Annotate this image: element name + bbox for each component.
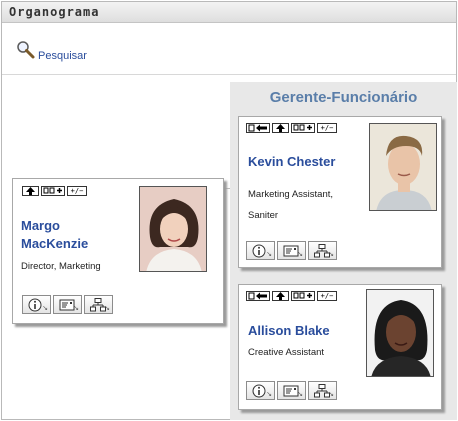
card-action-buttons: ↘ ↘ ↘ <box>246 241 337 260</box>
title-bar: Organograma <box>2 2 456 23</box>
email-button[interactable]: ↘ <box>277 381 306 400</box>
org-chart-button[interactable]: ↘ <box>308 381 337 400</box>
email-button[interactable]: ↘ <box>277 241 306 260</box>
move-to-manager-button[interactable] <box>246 123 270 133</box>
dropdown-corner-icon: ↘ <box>42 304 48 312</box>
dropdown-corner-icon: ↘ <box>104 304 110 312</box>
person-name-last[interactable]: MacKenzie <box>21 235 88 253</box>
expand-collapse-label: +/− <box>320 124 334 132</box>
search-label[interactable]: Pesquisar <box>38 50 87 62</box>
view-group-button[interactable] <box>41 186 65 196</box>
card-nav-buttons: +/− <box>246 123 337 133</box>
view-group-button[interactable] <box>291 123 315 133</box>
dropdown-corner-icon: ↘ <box>328 390 334 398</box>
dropdown-corner-icon: ↘ <box>328 250 334 258</box>
expand-collapse-label: +/− <box>320 292 334 300</box>
person-photo <box>139 186 207 272</box>
expand-collapse-label: +/− <box>70 187 84 195</box>
arrow-up-icon <box>276 124 285 132</box>
org-chart-button[interactable]: ↘ <box>84 295 113 314</box>
person-title: Director, Marketing <box>21 261 101 272</box>
dropdown-corner-icon: ↘ <box>266 390 272 398</box>
arrow-up-icon <box>276 292 285 300</box>
org-chart-button[interactable]: ↘ <box>308 241 337 260</box>
info-icon <box>28 298 42 312</box>
person-photo <box>366 289 434 377</box>
toolbar-divider <box>2 74 456 75</box>
info-button[interactable]: ↘ <box>246 381 275 400</box>
person-card-kevin: +/− Kevin Chester Marketing Assistant, S… <box>238 116 442 268</box>
info-icon <box>252 244 266 258</box>
person-card-margo: +/− Margo MacKenzie Director, Marketing … <box>12 178 224 324</box>
app-title: Organograma <box>9 5 100 19</box>
move-up-button[interactable] <box>272 291 289 301</box>
expand-collapse-button[interactable]: +/− <box>317 291 337 301</box>
card-nav-buttons: +/− <box>246 291 337 301</box>
card-nav-buttons: +/− <box>22 186 87 196</box>
move-up-button[interactable] <box>22 186 39 196</box>
person-title-line1: Marketing Assistant, <box>248 189 334 200</box>
person-name-first[interactable]: Margo <box>21 217 88 235</box>
dropdown-corner-icon: ↘ <box>297 250 303 258</box>
expand-collapse-button[interactable]: +/− <box>317 123 337 133</box>
person-title: Marketing Assistant, Saniter <box>248 184 333 226</box>
group-plus-icon <box>293 124 312 131</box>
arrow-left-person-icon <box>248 292 267 300</box>
dropdown-corner-icon: ↘ <box>266 250 272 258</box>
person-photo <box>369 123 437 211</box>
info-button[interactable]: ↘ <box>246 241 275 260</box>
person-card-allison: +/− Allison Blake Creative Assistant ↘ ↘… <box>238 284 442 410</box>
arrow-left-person-icon <box>248 124 267 132</box>
email-button[interactable]: ↘ <box>53 295 82 314</box>
info-button[interactable]: ↘ <box>22 295 51 314</box>
expand-collapse-button[interactable]: +/− <box>67 186 87 196</box>
move-to-manager-button[interactable] <box>246 291 270 301</box>
card-action-buttons: ↘ ↘ ↘ <box>22 295 113 314</box>
group-plus-icon <box>293 292 312 299</box>
view-group-button[interactable] <box>291 291 315 301</box>
person-title: Creative Assistant <box>248 347 325 358</box>
magnifier-icon <box>17 41 35 59</box>
person-title-line2: Saniter <box>248 210 279 221</box>
dropdown-corner-icon: ↘ <box>297 390 303 398</box>
arrow-up-icon <box>26 187 35 195</box>
person-name[interactable]: Margo MacKenzie <box>21 217 88 253</box>
info-icon <box>252 384 266 398</box>
person-name[interactable]: Kevin Chester <box>248 153 335 171</box>
group-plus-icon <box>43 187 62 194</box>
dropdown-corner-icon: ↘ <box>73 304 79 312</box>
panel-title: Gerente-Funcionário <box>269 89 418 106</box>
person-name[interactable]: Allison Blake <box>248 322 330 340</box>
card-action-buttons: ↘ ↘ ↘ <box>246 381 337 400</box>
org-chart-window: Organograma Pesquisar Gerente-Funcionári… <box>1 1 457 420</box>
move-up-button[interactable] <box>272 123 289 133</box>
